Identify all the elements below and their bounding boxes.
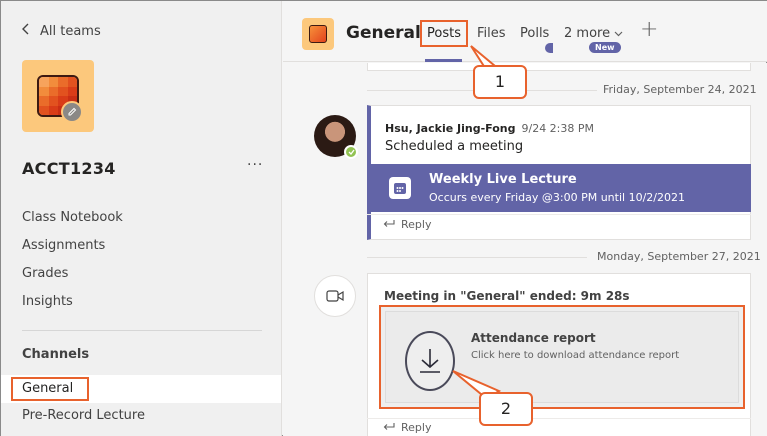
reply-divider: [367, 214, 751, 215]
channel-title: General: [346, 23, 421, 43]
date-divider-line: [367, 257, 587, 258]
channel-pre-record-lecture[interactable]: Pre-Record Lecture: [22, 408, 145, 423]
meeting-video-icon: [314, 275, 356, 317]
reply-label: Reply: [401, 421, 432, 434]
nav-item-assignments[interactable]: Assignments: [22, 237, 123, 265]
date-separator: Monday, September 27, 2021: [597, 250, 761, 263]
reply-label: Reply: [401, 218, 432, 231]
divider: [22, 330, 262, 331]
reply-button[interactable]: Reply: [383, 421, 431, 434]
tab-files[interactable]: Files: [477, 26, 506, 41]
back-label: All teams: [40, 23, 101, 39]
reply-icon: [383, 218, 395, 231]
nav-item-insights[interactable]: Insights: [22, 293, 123, 321]
team-name: ACCT1234: [22, 159, 116, 178]
tab-more[interactable]: 2 more: [564, 26, 623, 41]
team-nav-list: Class Notebook Assignments Grades Insigh…: [22, 209, 123, 321]
message-timestamp: 9/24 2:38 PM: [521, 122, 595, 135]
attendance-report-title: Attendance report: [471, 331, 596, 345]
date-separator: Friday, September 24, 2021: [603, 83, 757, 96]
calendar-icon: [389, 177, 411, 199]
callout-step-1: 1: [473, 65, 527, 99]
chevron-left-icon: [22, 23, 30, 39]
channel-general[interactable]: General: [11, 377, 89, 401]
reply-button[interactable]: Reply: [383, 218, 431, 231]
reply-icon: [383, 421, 395, 434]
notification-dot: [545, 43, 553, 53]
message-body: Scheduled a meeting: [385, 139, 524, 154]
callout-step-2: 2: [479, 392, 533, 426]
back-to-all-teams[interactable]: All teams: [22, 23, 101, 39]
tab-posts[interactable]: Posts: [420, 20, 468, 47]
pencil-icon[interactable]: [61, 101, 83, 123]
add-tab-button[interactable]: +: [640, 17, 658, 42]
posts-feed: Friday, September 24, 2021 Hsu, Jackie J…: [283, 63, 767, 436]
chevron-down-icon: [614, 26, 623, 41]
nav-item-grades[interactable]: Grades: [22, 265, 123, 293]
message-author: Hsu, Jackie Jing-Fong: [385, 122, 516, 135]
presence-available-icon: [344, 145, 358, 159]
reply-divider: [367, 418, 751, 419]
tab-more-label: 2 more: [564, 26, 611, 41]
meeting-recurrence: Occurs every Friday @3:00 PM until 10/2/…: [429, 191, 685, 204]
message-header: Hsu, Jackie Jing-Fong 9/24 2:38 PM: [385, 122, 594, 135]
nav-item-class-notebook[interactable]: Class Notebook: [22, 209, 123, 237]
meeting-ended-text: Meeting in "General" ended: 9m 28s: [384, 289, 630, 303]
download-icon[interactable]: [405, 331, 455, 391]
meeting-card[interactable]: Weekly Live Lecture Occurs every Friday …: [371, 164, 751, 212]
previous-message-card: [367, 63, 751, 71]
team-avatar[interactable]: [22, 60, 94, 132]
channel-header: General Posts Files Polls 2 more New +: [283, 1, 767, 62]
channels-header: Channels: [22, 347, 90, 362]
attendance-report-subtitle: Click here to download attendance report: [471, 350, 680, 361]
active-tab-indicator: [425, 59, 462, 62]
sidebar: All teams ACCT1234 ··· Class Notebook As…: [1, 1, 282, 436]
tab-polls[interactable]: Polls: [520, 26, 549, 41]
new-badge: New: [589, 42, 621, 53]
more-options-icon[interactable]: ···: [247, 157, 263, 173]
channel-icon: [302, 18, 334, 50]
meeting-title: Weekly Live Lecture: [429, 172, 577, 187]
